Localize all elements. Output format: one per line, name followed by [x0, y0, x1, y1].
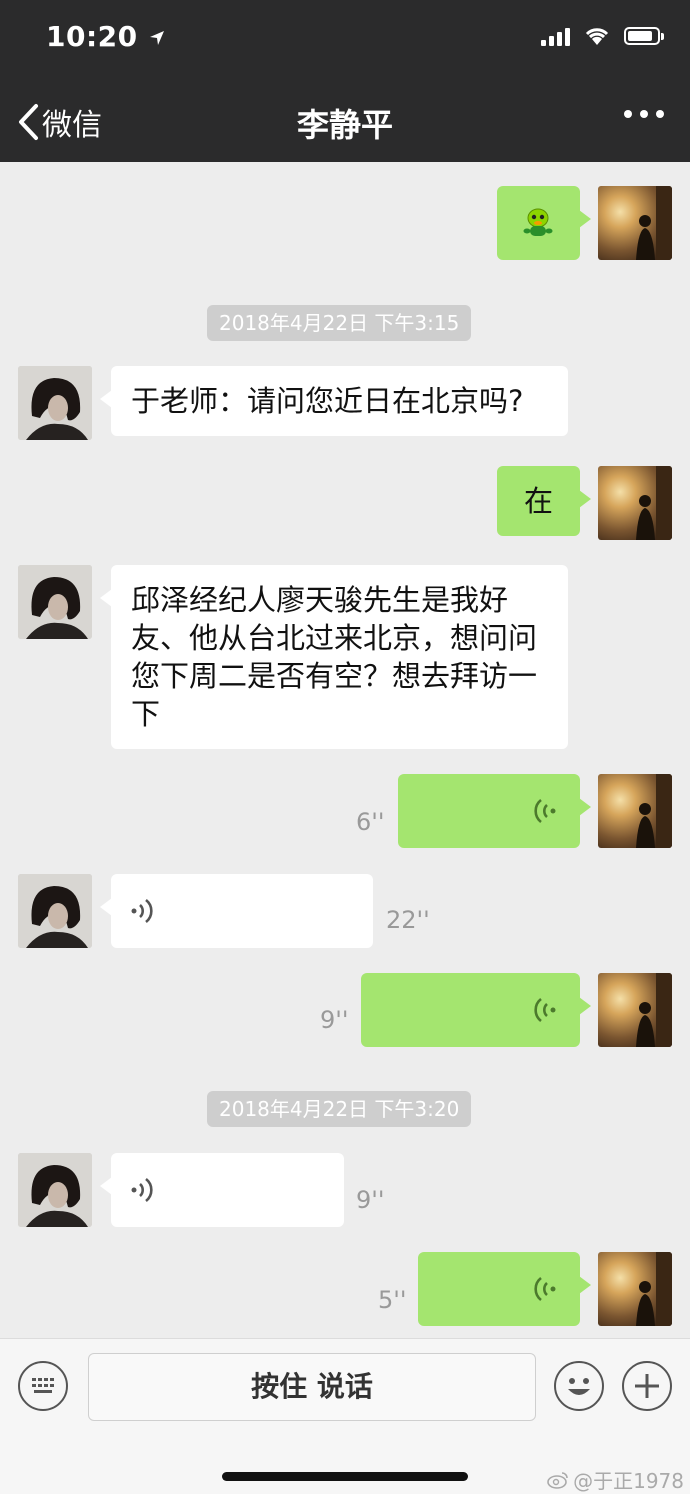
hold-to-talk-button[interactable]: 按住 说话	[88, 1353, 536, 1421]
voice-message-bubble[interactable]	[418, 1252, 591, 1326]
timestamp-label: 2018年4月22日 下午3:15	[207, 305, 472, 341]
message-text: 在	[523, 484, 553, 518]
avatar-child-silhouette-icon	[636, 973, 672, 1047]
cellular-signal-icon	[541, 26, 570, 46]
voice-wave-icon	[131, 1177, 153, 1203]
voice-wave-icon	[131, 898, 153, 924]
message-bubble-text[interactable]: 在	[497, 466, 591, 536]
status-icons	[541, 26, 664, 46]
watermark-text: @于正1978	[573, 1469, 684, 1493]
voice-duration: 22''	[386, 906, 430, 934]
more-options-button[interactable]	[624, 110, 664, 118]
message-text: 邱泽经纪人廖天骏先生是我好友、他从台北过来北京，想问问您下周二是否有空？想去拜访…	[131, 583, 538, 731]
message-bubble-sticker[interactable]	[497, 186, 591, 260]
contact-avatar[interactable]	[18, 565, 92, 639]
message-bubble-text[interactable]: 邱泽经纪人廖天骏先生是我好友、他从台北过来北京，想问问您下周二是否有空？想去拜访…	[100, 565, 568, 749]
keyboard-icon	[32, 1378, 54, 1393]
input-bar: 按住 说话 @于正1978	[0, 1338, 690, 1494]
dot-icon	[656, 110, 664, 118]
keyboard-toggle-button[interactable]	[18, 1361, 68, 1411]
avatar-woman-portrait-icon	[18, 565, 92, 639]
message-text: 于老师：请问您近日在北京吗?	[131, 384, 524, 418]
voice-message-bubble[interactable]	[100, 874, 373, 948]
avatar-child-silhouette-icon	[636, 774, 672, 848]
my-avatar[interactable]	[598, 973, 672, 1047]
avatar-child-silhouette-icon	[636, 466, 672, 540]
emoji-button[interactable]	[554, 1361, 604, 1411]
emoji-sticker-icon	[523, 208, 553, 236]
voice-duration: 9''	[320, 1006, 349, 1034]
weibo-logo-icon	[547, 1471, 568, 1489]
voice-duration: 9''	[356, 1186, 385, 1214]
my-avatar[interactable]	[598, 186, 672, 260]
contact-avatar[interactable]	[18, 366, 92, 440]
my-avatar[interactable]	[598, 466, 672, 540]
more-functions-button[interactable]	[622, 1361, 672, 1411]
voice-message-bubble[interactable]	[398, 774, 591, 848]
avatar-child-silhouette-icon	[636, 186, 672, 260]
avatar-woman-portrait-icon	[18, 1153, 92, 1227]
top-bar: 10:20 微信 李静平	[0, 0, 690, 162]
dot-icon	[624, 110, 632, 118]
contact-avatar[interactable]	[18, 874, 92, 948]
my-avatar[interactable]	[598, 774, 672, 848]
avatar-woman-portrait-icon	[18, 366, 92, 440]
dot-icon	[640, 110, 648, 118]
status-time: 10:20	[46, 20, 166, 53]
message-bubble-text[interactable]: 于老师：请问您近日在北京吗?	[100, 366, 568, 436]
smiley-face-icon	[568, 1378, 590, 1395]
avatar-child-silhouette-icon	[636, 1252, 672, 1326]
my-avatar[interactable]	[598, 1252, 672, 1326]
weibo-watermark: @于正1978	[547, 1465, 684, 1494]
voice-message-bubble[interactable]	[100, 1153, 344, 1227]
voice-duration: 5''	[378, 1286, 407, 1314]
timestamp-label: 2018年4月22日 下午3:20	[207, 1091, 472, 1127]
voice-duration: 6''	[356, 808, 385, 836]
battery-icon	[624, 27, 664, 45]
wifi-icon	[585, 28, 609, 45]
home-indicator[interactable]	[222, 1472, 468, 1481]
voice-wave-icon	[534, 997, 556, 1023]
voice-message-bubble[interactable]	[361, 973, 591, 1047]
location-arrow-icon	[149, 31, 164, 45]
avatar-woman-portrait-icon	[18, 874, 92, 948]
plus-icon	[635, 1374, 659, 1398]
contact-avatar[interactable]	[18, 1153, 92, 1227]
voice-wave-icon	[534, 1276, 556, 1302]
voice-wave-icon	[534, 798, 556, 824]
clock: 10:20	[46, 20, 138, 53]
chat-title: 李静平	[296, 106, 393, 144]
